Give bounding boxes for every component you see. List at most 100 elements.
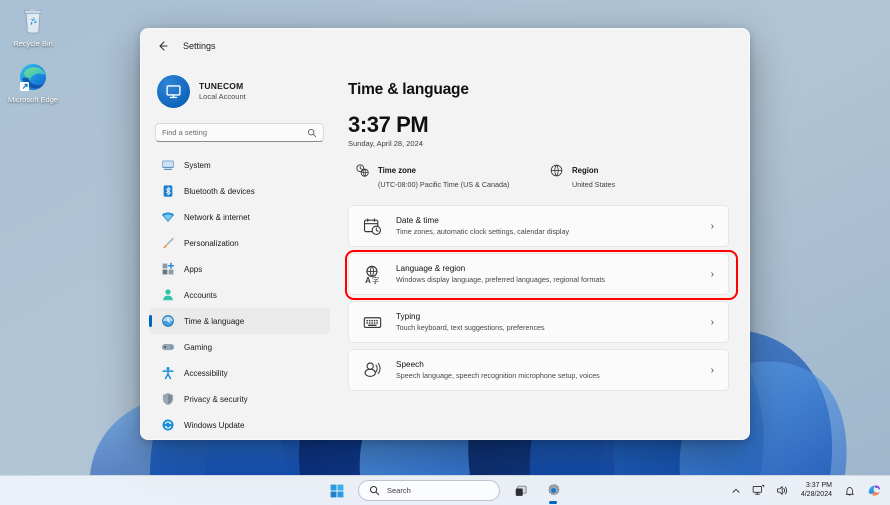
clock-globe-icon xyxy=(160,314,175,329)
sidebar-item-label: Bluetooth & devices xyxy=(184,186,255,196)
sidebar-item-gaming[interactable]: Gaming xyxy=(149,334,330,360)
settings-card-typing[interactable]: Typing Touch keyboard, text suggestions,… xyxy=(348,301,729,344)
sidebar-item-accessibility[interactable]: Accessibility xyxy=(149,360,330,386)
paintbrush-icon xyxy=(160,236,175,251)
copilot-icon xyxy=(868,485,881,496)
sidebar-item-system[interactable]: System xyxy=(149,152,330,178)
back-button[interactable] xyxy=(151,35,175,57)
desktop-icon-label: Microsoft Edge xyxy=(7,95,59,104)
current-date: Sunday, April 28, 2024 xyxy=(348,139,423,149)
monitor-icon xyxy=(160,158,175,173)
gear-icon xyxy=(547,483,560,496)
settings-card-language-region[interactable]: A 字 Language & region Windows display la… xyxy=(348,253,729,296)
tray-time: 3:37 PM xyxy=(805,482,832,490)
account-type: Local Account xyxy=(199,92,246,102)
search-icon xyxy=(369,485,380,496)
search-input[interactable] xyxy=(162,128,307,137)
sidebar-item-label: Accessibility xyxy=(184,368,228,378)
sidebar-item-personalization[interactable]: Personalization xyxy=(149,230,330,256)
recycle-bin-icon xyxy=(18,6,48,36)
current-time: 3:37 PM xyxy=(348,112,429,137)
sidebar-item-label: Accounts xyxy=(184,290,217,300)
task-view-button[interactable] xyxy=(510,480,532,502)
monitor-icon xyxy=(166,84,181,98)
speech-icon xyxy=(362,360,382,380)
taskbar-search[interactable]: Search xyxy=(358,480,500,501)
sidebar-item-time-language[interactable]: Time & language xyxy=(149,308,330,334)
start-button[interactable] xyxy=(326,480,348,502)
account-block[interactable]: TUNECOM Local Account xyxy=(149,63,330,115)
sidebar-item-bluetooth-devices[interactable]: Bluetooth & devices xyxy=(149,178,330,204)
notification-button[interactable] xyxy=(842,483,858,499)
card-title: Date & time xyxy=(396,216,439,226)
tray-clock[interactable]: 3:37 PM 4/28/2024 xyxy=(798,481,835,499)
card-subtitle: Time zones, automatic clock settings, ca… xyxy=(396,227,570,237)
card-title: Language & region xyxy=(396,264,466,274)
sidebar: TUNECOM Local Account Find a setting Sys… xyxy=(141,63,338,439)
globe-icon xyxy=(548,162,564,178)
keyboard-icon xyxy=(362,312,382,332)
copilot-button[interactable] xyxy=(865,481,884,500)
sidebar-item-label: Privacy & security xyxy=(184,394,248,404)
accessibility-person-icon xyxy=(160,366,175,381)
volume-button[interactable] xyxy=(774,482,791,499)
search-box[interactable] xyxy=(155,123,324,142)
settings-cards: Date & time Time zones, automatic clock … xyxy=(345,205,738,392)
network-button[interactable] xyxy=(750,482,767,499)
tray-overflow-button[interactable] xyxy=(729,484,743,498)
card-subtitle: Windows display language, preferred lang… xyxy=(396,275,605,285)
meta-label: Time zone xyxy=(378,166,416,176)
sidebar-item-network-internet[interactable]: Network & internet xyxy=(149,204,330,230)
calendar-clock-icon xyxy=(362,216,382,236)
sidebar-item-label: Time & language xyxy=(184,316,245,326)
wifi-icon xyxy=(160,210,175,225)
meta-value: (UTC-08:00) Pacific Time (US & Canada) xyxy=(378,180,510,190)
sidebar-item-label: Gaming xyxy=(184,342,213,352)
desktop-icon-microsoft-edge[interactable]: Microsoft Edge xyxy=(4,62,62,104)
gamepad-icon xyxy=(160,340,175,355)
microsoft-edge-icon xyxy=(18,62,48,92)
language-globe-icon: A 字 xyxy=(362,264,382,284)
chevron-right-icon: › xyxy=(710,364,714,376)
sidebar-item-windows-update[interactable]: Windows Update xyxy=(149,412,330,438)
time-zone-info: Time zone (UTC-08:00) Pacific Time (US &… xyxy=(348,160,548,189)
task-view-icon xyxy=(515,485,527,496)
desktop-icon-label: Recycle Bin xyxy=(13,39,53,48)
apps-grid-icon xyxy=(160,262,175,277)
chevron-right-icon: › xyxy=(710,268,714,280)
avatar xyxy=(157,74,190,108)
taskbar-search-label: Search xyxy=(387,486,411,495)
meta-value: United States xyxy=(572,180,616,190)
card-title: Typing xyxy=(396,312,421,322)
search-wrapper xyxy=(149,115,330,148)
update-refresh-icon xyxy=(160,418,175,433)
card-title: Speech xyxy=(396,360,424,370)
sidebar-item-label: Personalization xyxy=(184,238,239,248)
meta-label: Region xyxy=(572,166,599,176)
card-subtitle: Touch keyboard, text suggestions, prefer… xyxy=(396,323,545,333)
window-titlebar: Settings xyxy=(141,29,749,63)
notification-bell-icon xyxy=(845,486,854,496)
sidebar-item-label: System xyxy=(184,160,211,170)
windows-logo-icon xyxy=(330,484,344,497)
desktop-icon-recycle-bin[interactable]: Recycle Bin xyxy=(4,6,62,48)
settings-card-date-time[interactable]: Date & time Time zones, automatic clock … xyxy=(348,205,729,248)
svg-text:字: 字 xyxy=(371,275,379,284)
sidebar-item-accounts[interactable]: Accounts xyxy=(149,282,330,308)
search-icon xyxy=(308,128,317,137)
settings-taskbar-button[interactable] xyxy=(542,480,564,502)
tray-date: 4/28/2024 xyxy=(800,490,832,498)
bluetooth-icon xyxy=(160,184,175,199)
volume-icon xyxy=(777,486,787,495)
page-title: Time & language xyxy=(348,81,469,98)
sidebar-nav-list: System Bluetooth & devices Network & int… xyxy=(149,152,330,438)
person-icon xyxy=(160,288,175,303)
settings-card-speech[interactable]: Speech Speech language, speech recogniti… xyxy=(348,349,729,392)
account-name: TUNECOM xyxy=(199,80,244,91)
sidebar-item-privacy-security[interactable]: Privacy & security xyxy=(149,386,330,412)
svg-text:A: A xyxy=(365,276,371,284)
network-icon xyxy=(752,484,764,495)
desktop-screen: Recycle Bin Microsoft Edge Settings TUNE… xyxy=(0,0,890,505)
window-body: TUNECOM Local Account Find a setting Sys… xyxy=(141,63,749,439)
sidebar-item-apps[interactable]: Apps xyxy=(149,256,330,282)
